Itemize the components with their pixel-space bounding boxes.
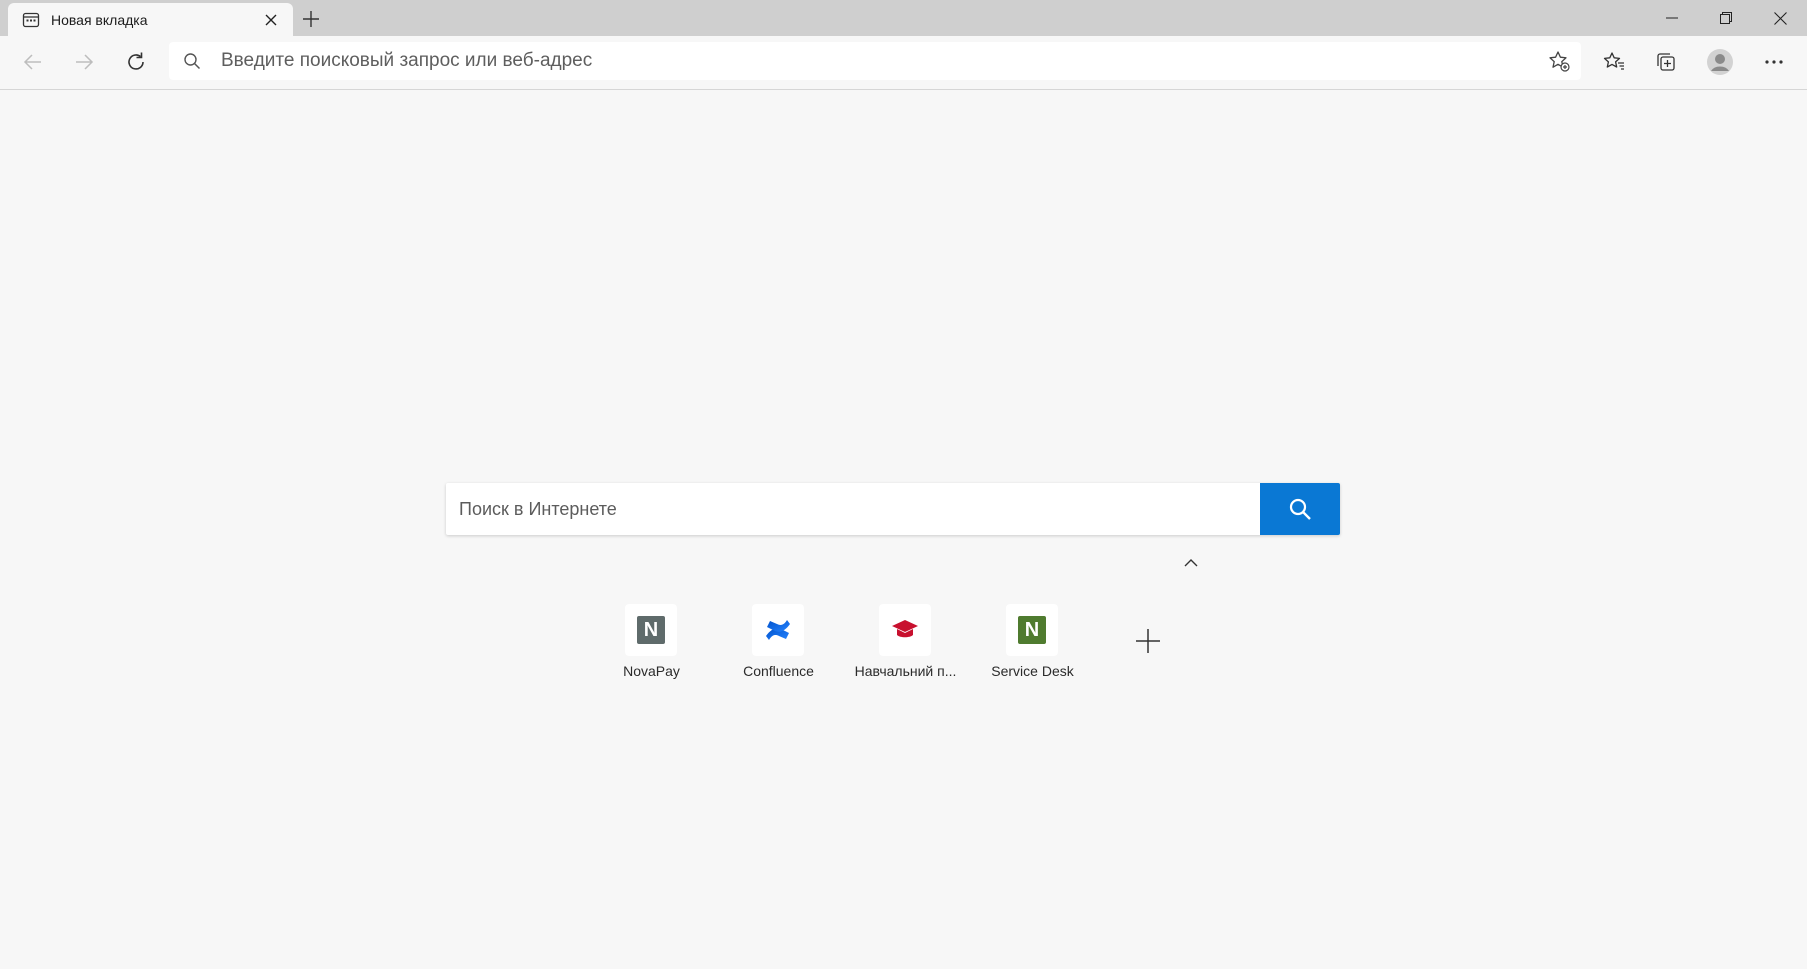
quick-link-label: NovaPay <box>623 663 680 679</box>
quick-link-learning-portal[interactable]: Навчальний п... <box>842 604 969 694</box>
quick-link-label: Service Desk <box>991 663 1074 679</box>
settings-more-button[interactable] <box>1756 44 1792 80</box>
minimize-icon <box>1666 17 1678 19</box>
arrow-left-icon <box>23 54 41 70</box>
add-quick-link-button[interactable] <box>1128 621 1168 661</box>
restore-button[interactable] <box>1699 0 1753 36</box>
tab-new-tab[interactable]: Новая вкладка <box>8 3 293 36</box>
tab-strip: Новая вкладка <box>0 0 1807 36</box>
minimize-button[interactable] <box>1645 0 1699 36</box>
plus-icon <box>1136 629 1160 653</box>
search-icon <box>183 52 201 70</box>
restore-icon <box>1720 12 1732 24</box>
profile-button[interactable] <box>1702 44 1738 80</box>
service-desk-n-icon: N <box>1018 616 1046 644</box>
forward-button[interactable] <box>66 44 102 80</box>
confluence-icon <box>766 620 790 640</box>
quick-link-tile <box>879 604 931 656</box>
novapay-letter: N <box>643 618 659 641</box>
graduation-cap-icon <box>892 620 918 638</box>
favorites-icon <box>1603 52 1624 70</box>
quick-link-tile: N <box>625 604 677 656</box>
quick-link-service-desk[interactable]: N Service Desk <box>969 604 1096 694</box>
refresh-icon <box>128 52 144 70</box>
new-tab-button[interactable] <box>297 6 325 32</box>
arrow-right-icon <box>76 54 94 70</box>
quick-link-tile: N <box>1006 604 1058 656</box>
refresh-button[interactable] <box>118 44 154 80</box>
favorites-button[interactable] <box>1596 44 1632 80</box>
quick-link-confluence[interactable]: Confluence <box>715 604 842 694</box>
quick-link-tile <box>752 604 804 656</box>
new-tab-page: N NovaPay Confluence <box>0 91 1807 969</box>
web-search-box <box>446 483 1340 535</box>
close-icon <box>1773 11 1787 25</box>
back-button[interactable] <box>15 44 51 80</box>
search-icon <box>1289 498 1311 520</box>
avatar-icon <box>1707 49 1733 75</box>
close-window-button[interactable] <box>1753 0 1807 36</box>
address-bar <box>169 42 1581 80</box>
quick-links: N NovaPay Confluence Навчальний п... N S… <box>588 604 1096 694</box>
plus-icon <box>303 11 319 27</box>
add-favorite-icon[interactable] <box>1547 49 1571 73</box>
quick-link-label: Навчальний п... <box>854 663 957 679</box>
quick-link-novapay[interactable]: N NovaPay <box>588 604 715 694</box>
collections-icon <box>1657 53 1675 71</box>
more-dots-icon <box>1765 60 1783 64</box>
web-search-input[interactable] <box>459 483 1249 535</box>
close-tab-icon[interactable] <box>261 10 281 30</box>
address-input[interactable] <box>221 42 1501 80</box>
quick-link-label: Confluence <box>743 663 814 679</box>
collections-button[interactable] <box>1648 44 1684 80</box>
new-tab-page-icon <box>22 11 40 29</box>
novapay-n-icon: N <box>637 616 665 644</box>
chevron-up-icon <box>1184 558 1198 566</box>
service-desk-letter: N <box>1024 618 1040 641</box>
tab-title: Новая вкладка <box>51 12 148 28</box>
toolbar <box>0 36 1807 90</box>
search-button[interactable] <box>1260 483 1340 535</box>
collapse-quick-links-button[interactable] <box>1179 550 1203 574</box>
